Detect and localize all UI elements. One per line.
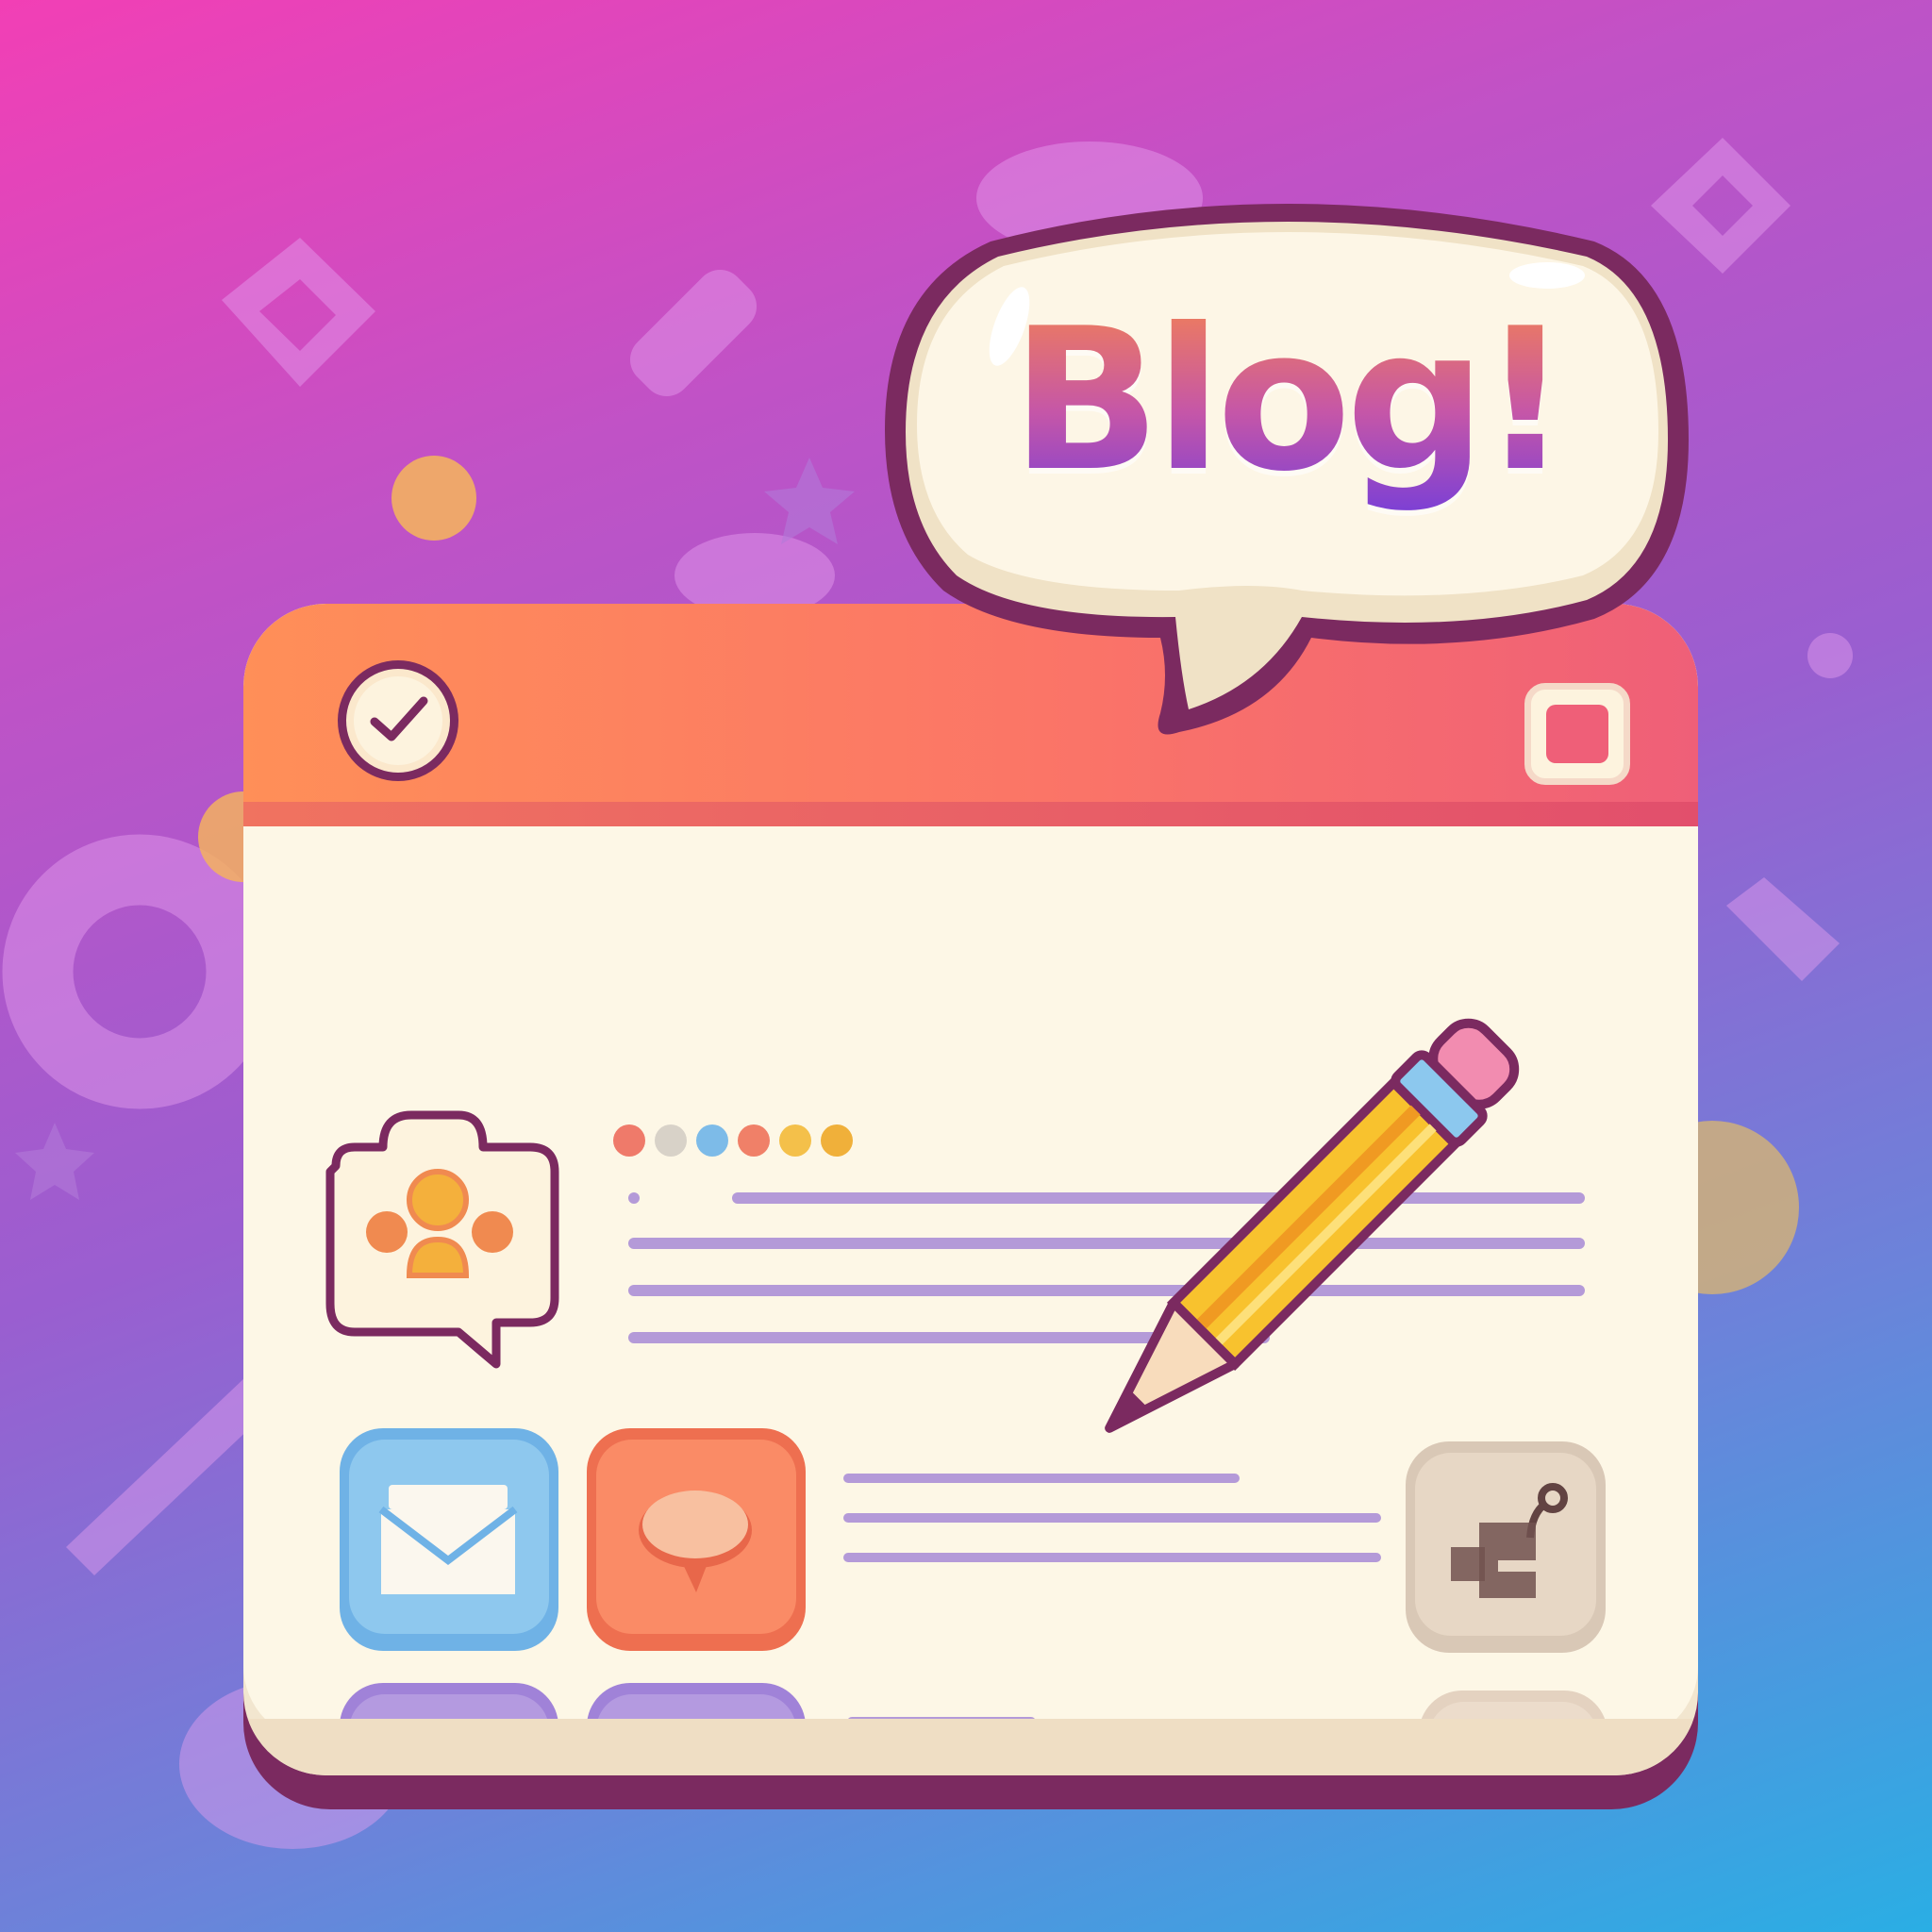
comment-icon: [639, 1491, 752, 1592]
diamond-icon: [222, 238, 375, 387]
mail-button[interactable]: [340, 1428, 558, 1651]
bullet-dot: [628, 1192, 640, 1204]
window-bottom-edge: [243, 1719, 1698, 1775]
text-line: [843, 1553, 1381, 1562]
blog-title: Blog!: [877, 287, 1698, 515]
comments-button[interactable]: [587, 1428, 806, 1651]
color-dot[interactable]: [696, 1124, 728, 1157]
color-dot[interactable]: [655, 1124, 687, 1157]
color-dot[interactable]: [821, 1124, 853, 1157]
color-dot[interactable]: [738, 1124, 770, 1157]
edit-icon: [1451, 1483, 1568, 1598]
title-bar-shade: [243, 802, 1698, 826]
color-dot[interactable]: [779, 1124, 811, 1157]
mail-icon: [378, 1485, 518, 1594]
color-dot[interactable]: [613, 1124, 645, 1157]
pencil-icon[interactable]: [1038, 1009, 1528, 1500]
color-dots: [613, 1124, 862, 1157]
speech-bubble: Blog!: [877, 185, 1698, 789]
check-icon: [370, 696, 428, 741]
confirm-button[interactable]: [338, 660, 458, 781]
text-line: [843, 1513, 1381, 1523]
group-chat-icon[interactable]: [308, 1109, 572, 1383]
